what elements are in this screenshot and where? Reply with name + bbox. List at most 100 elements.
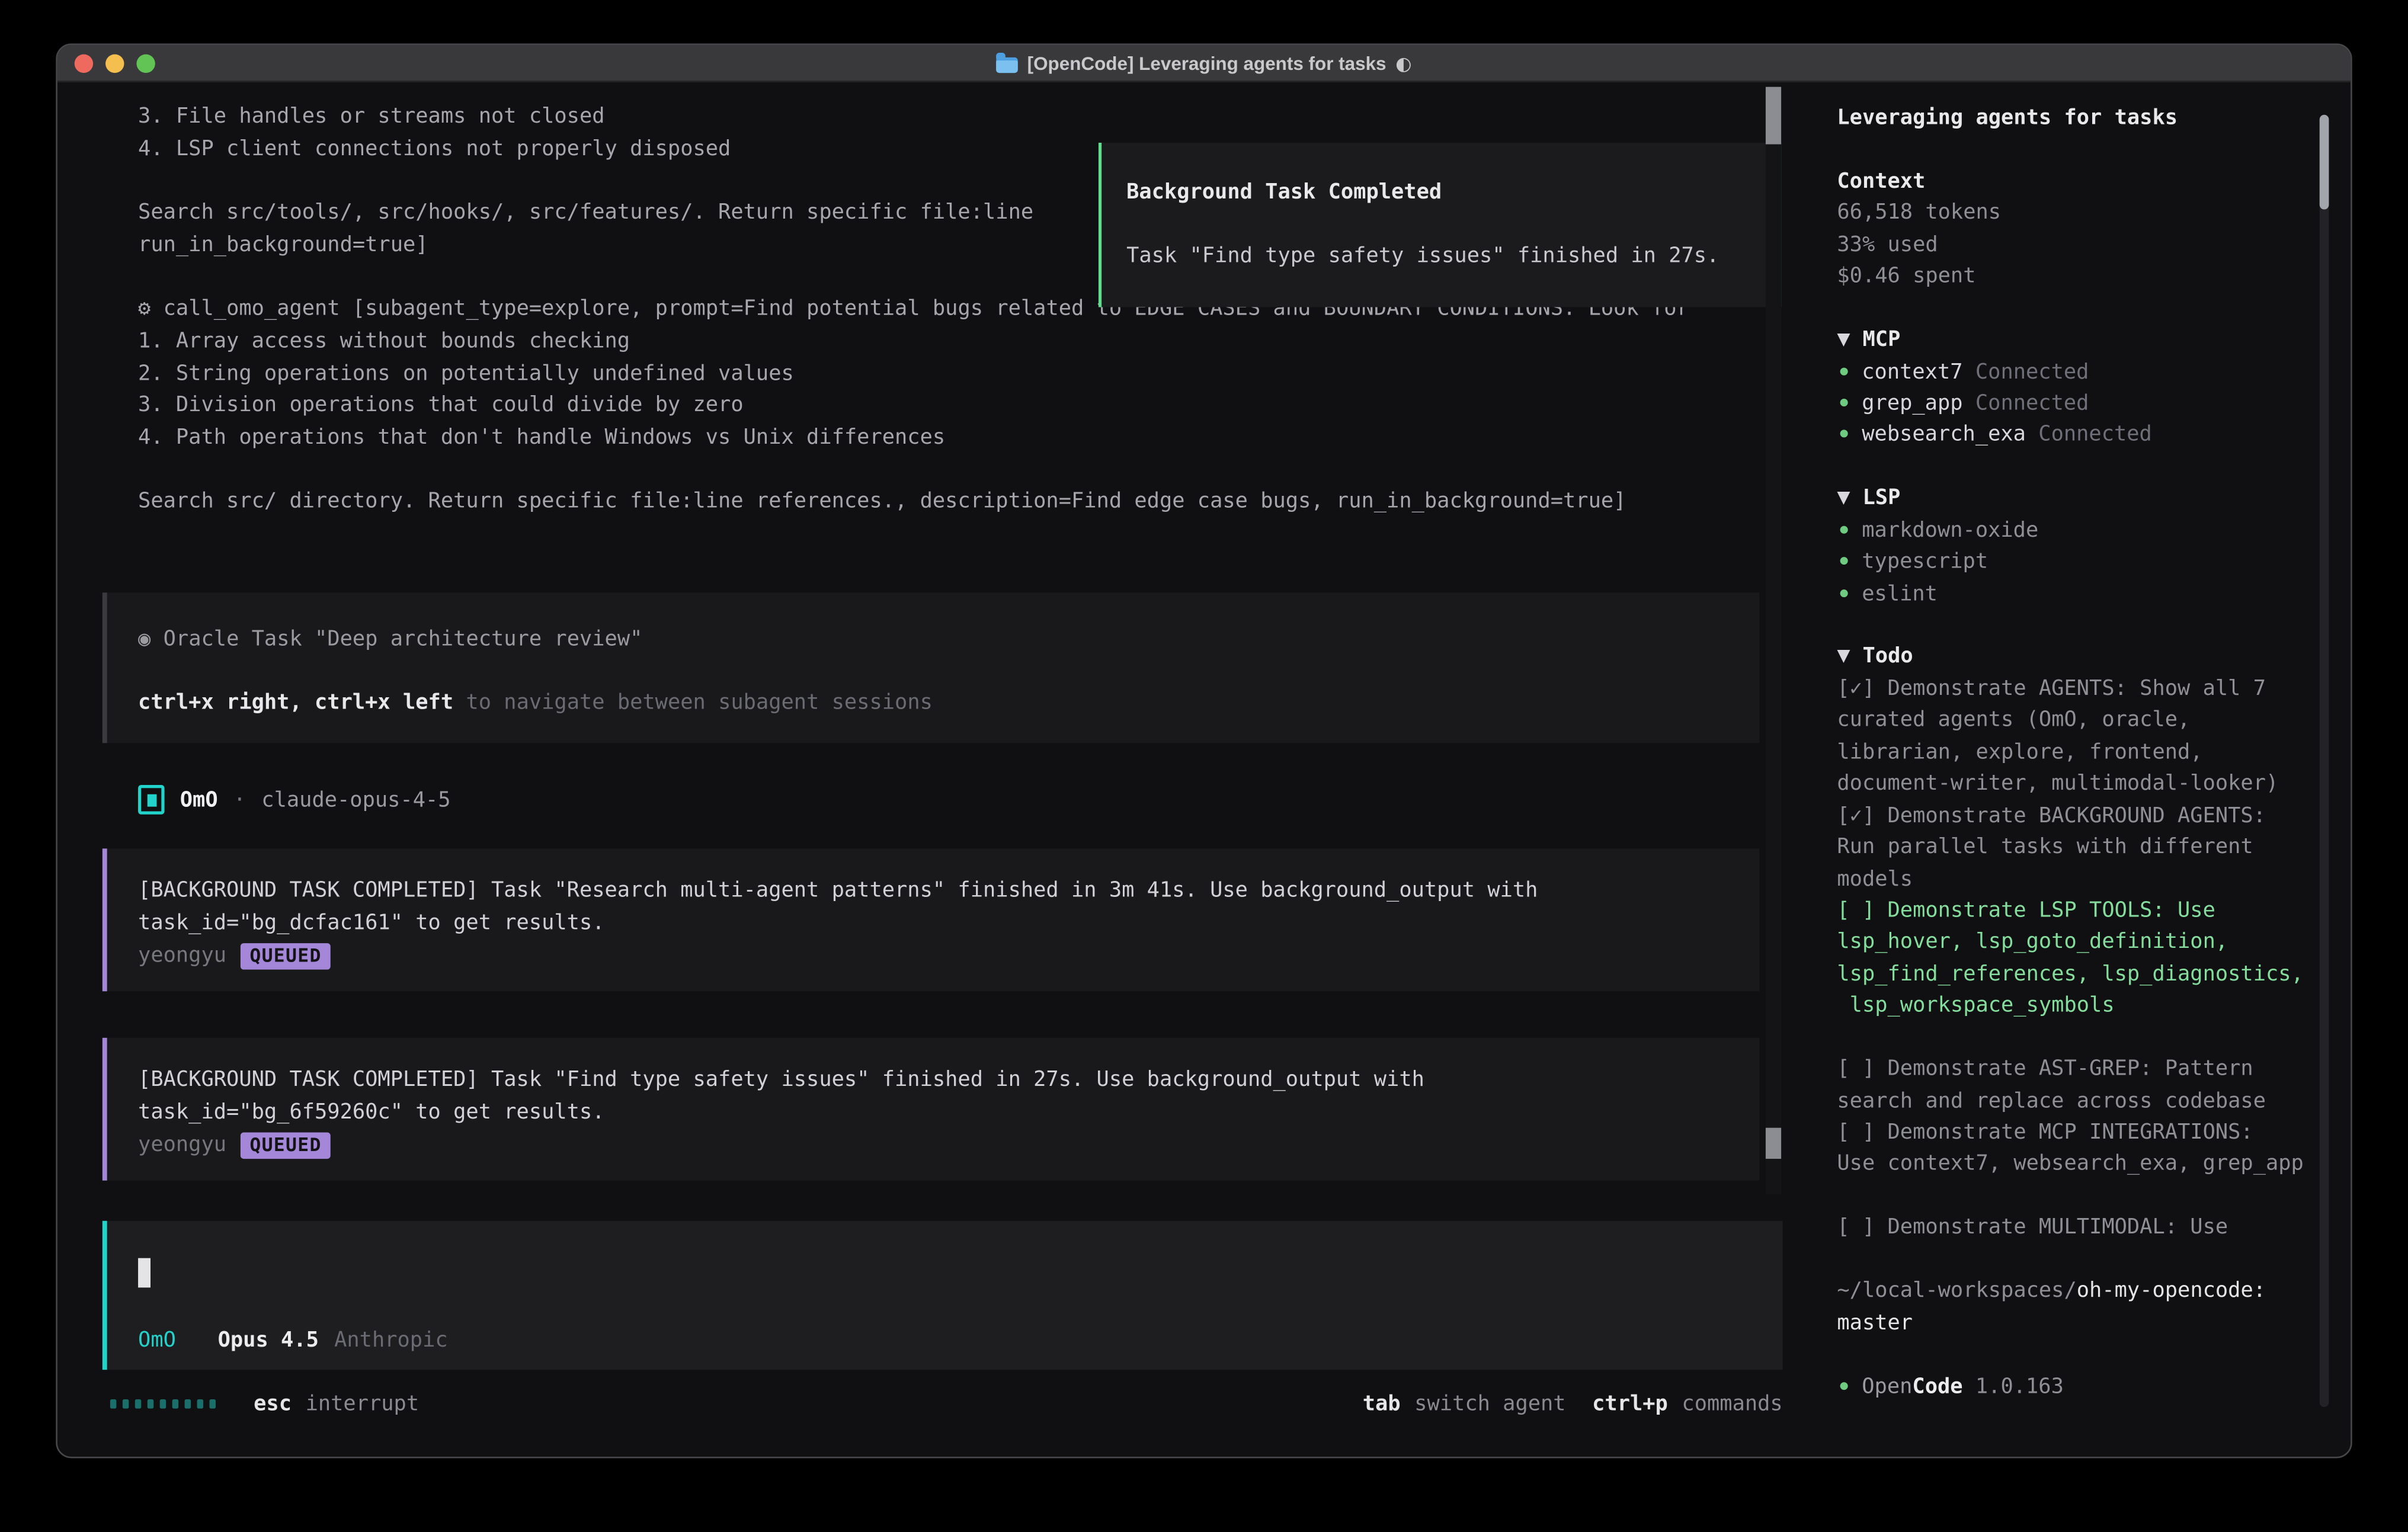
terminal-line: 3. File handles or streams not closed [138, 101, 1689, 133]
mcp-status [1963, 359, 1975, 384]
window-title-group: [OpenCode] Leveraging agents for tasks ◐ [996, 52, 1411, 74]
scrollbar-thumb[interactable] [1766, 87, 1781, 145]
mcp-name: websearch_exa [1862, 422, 2026, 447]
terminal-line: 4. Path operations that don't handle Win… [138, 422, 1689, 454]
esc-label: interrupt [306, 1391, 420, 1416]
workspace-path-repo: oh-my-opencode: [2077, 1278, 2266, 1303]
oracle-task-title: Oracle Task "Deep architecture review" [150, 627, 642, 652]
todo-line: [✓] Demonstrate BACKGROUND AGENTS: [1837, 800, 2313, 832]
context-heading: Context [1837, 166, 2313, 198]
lsp-item: typescript [1837, 546, 2313, 578]
todo-line: models [1837, 863, 2313, 895]
scrollbar-thumb[interactable] [1766, 1128, 1781, 1159]
todo-line: [ ] Demonstrate MCP INTEGRATIONS: [1837, 1117, 2313, 1149]
sidebar-scrollbar[interactable] [2320, 115, 2329, 1407]
prompt-input[interactable]: OmO Opus 4.5 Anthropic [103, 1221, 1783, 1370]
oracle-hint-line: ctrl+x right, ctrl+x left to navigate be… [138, 688, 1759, 720]
ctrlp-label: commands [1682, 1391, 1782, 1416]
lsp-name: typescript [1862, 549, 1988, 574]
task-user: yeongyu [138, 1133, 226, 1158]
close-button[interactable] [75, 53, 93, 72]
model-provider: Anthropic [334, 1325, 448, 1357]
todo-line: Use context7, websearch_exa, grep_app [1837, 1149, 2313, 1181]
oracle-task-title-line: ◉ Oracle Task "Deep architecture review" [138, 624, 1759, 656]
traffic-lights [75, 45, 155, 81]
keybind-hints: tab switch agent ctrl+p commands [1363, 1391, 1783, 1416]
active-agent: OmO [138, 1325, 176, 1357]
todo-line: [ ] Demonstrate LSP TOOLS: Use [1837, 895, 2313, 927]
status-bar: esc interrupt tab switch agent ctrl+p co… [110, 1387, 1783, 1419]
terminal-line: 2. String operations on potentially unde… [138, 358, 1689, 390]
todo-line: [✓] Demonstrate AGENTS: Show all 7 [1837, 673, 2313, 705]
oracle-task-box: ◉ Oracle Task "Deep architecture review"… [103, 592, 1760, 743]
bullet-icon [1840, 399, 1848, 406]
zoom-button[interactable] [136, 53, 155, 72]
todo-line: document-writer, multimodal-looker) [1837, 768, 2313, 800]
folder-icon [996, 57, 1018, 72]
task-meta: yeongyu QUEUED [138, 1129, 1759, 1161]
bullet-icon [1840, 430, 1848, 438]
version-number: 1.0.163 [1975, 1374, 2064, 1399]
bullet-icon [1840, 557, 1848, 565]
agent-name: OmO [180, 787, 218, 812]
hint-text: to navigate between subagent sessions [453, 691, 933, 716]
minimize-button[interactable] [105, 53, 124, 72]
window-content: 3. File handles or streams not closed 4.… [57, 82, 2351, 1459]
context-spent: $0.46 spent [1837, 261, 2313, 293]
task-message-line: [BACKGROUND TASK COMPLETED] Task "Find t… [138, 1064, 1759, 1096]
todo-line: lsp_find_references, lsp_diagnostics, [1837, 959, 2313, 991]
lsp-section-header[interactable]: ▼ LSP [1837, 483, 2313, 515]
text-cursor [138, 1258, 150, 1288]
terminal-line [138, 454, 1689, 486]
todo-section-header[interactable]: ▼ Todo [1837, 642, 2313, 674]
window-title: [OpenCode] Leveraging agents for tasks [1027, 52, 1386, 74]
mcp-heading: MCP [1862, 324, 1900, 356]
terminal-line: Search src/ directory. Return specific f… [138, 486, 1689, 518]
main-pane: 3. File handles or streams not closed 4.… [57, 82, 1789, 1459]
session-title: Leveraging agents for tasks [1837, 102, 2313, 134]
brand-prefix: Open [1862, 1374, 1912, 1399]
spinner-dots-icon [110, 1399, 215, 1408]
mcp-status-text: Connected [2038, 422, 2152, 447]
scrollbar-thumb[interactable] [2320, 115, 2329, 210]
mcp-status-text: Connected [1975, 391, 2089, 416]
todo-line: [ ] Demonstrate MULTIMODAL: Use [1837, 1212, 2313, 1244]
background-task-message: [BACKGROUND TASK COMPLETED] Task "Find t… [103, 1038, 1760, 1181]
todo-line: librarian, explore, frontend, [1837, 736, 2313, 768]
esc-key: esc [254, 1391, 292, 1416]
toast-title: Background Task Completed [1126, 177, 1753, 209]
screen: [OpenCode] Leveraging agents for tasks ◐… [0, 0, 2408, 1532]
keyboard-shortcut: ctrl+x right, ctrl+x left [138, 691, 453, 716]
task-message-line: task_id="bg_6f59260c" to get results. [138, 1097, 1759, 1129]
git-branch: master [1837, 1307, 2313, 1339]
mcp-name: context7 [1862, 359, 1962, 384]
separator-dot: · [233, 787, 246, 812]
gear-icon: ⚙ [138, 296, 150, 321]
todo-line: curated agents (OmO, oracle, [1837, 705, 2313, 737]
terminal-window: [OpenCode] Leveraging agents for tasks ◐… [56, 43, 2352, 1458]
mcp-item: grep_app Connected [1837, 387, 2313, 419]
lsp-item: markdown-oxide [1837, 515, 2313, 547]
active-model: Opus 4.5 [218, 1325, 319, 1357]
loading-icon: ◐ [1395, 52, 1411, 74]
bullet-icon [1840, 589, 1848, 597]
chevron-down-icon: ▼ [1837, 483, 1850, 515]
input-status-row: OmO Opus 4.5 Anthropic [138, 1325, 1783, 1357]
workspace-path: ~/local-workspaces/oh-my-opencode: [1837, 1275, 2313, 1307]
todo-heading: Todo [1862, 642, 1913, 674]
todo-line: [ ] Demonstrate AST-GREP: Pattern [1837, 1053, 2313, 1085]
agent-icon [138, 785, 165, 815]
mcp-item: websearch_exa Connected [1837, 419, 2313, 451]
terminal-line: 3. Division operations that could divide… [138, 390, 1689, 422]
lsp-heading: LSP [1862, 483, 1900, 515]
todo-line: Run parallel tasks with different [1837, 832, 2313, 864]
chevron-down-icon: ▼ [1837, 642, 1850, 674]
tab-label: switch agent [1414, 1391, 1565, 1416]
task-user: yeongyu [138, 944, 226, 969]
toast-body: Task "Find type safety issues" finished … [1126, 241, 1753, 273]
todo-line: lsp_hover, lsp_goto_definition, [1837, 927, 2313, 959]
agent-model: claude-opus-4-5 [261, 787, 450, 812]
main-scrollbar[interactable] [1766, 87, 1781, 1195]
mcp-section-header[interactable]: ▼MCP [1837, 324, 2313, 356]
bullet-icon [1840, 367, 1848, 374]
